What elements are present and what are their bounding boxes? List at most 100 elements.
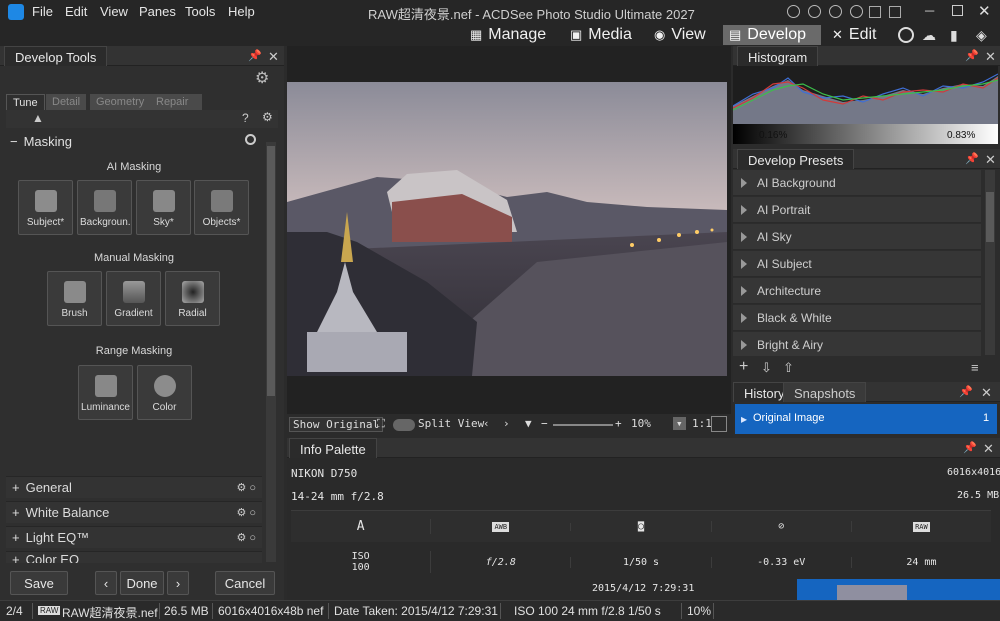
reset-circle-icon[interactable] bbox=[245, 134, 256, 145]
close-icon[interactable]: ✕ bbox=[978, 2, 991, 20]
app-icon[interactable] bbox=[8, 4, 24, 20]
pin-icon[interactable]: 📌 bbox=[965, 49, 979, 62]
preset-menu-icon[interactable]: ≡ bbox=[971, 360, 979, 375]
menu-panes[interactable]: Panes bbox=[139, 4, 176, 19]
menu-help[interactable]: Help bbox=[228, 4, 255, 19]
section-controls-icon[interactable]: ⚙ ○ bbox=[236, 506, 256, 519]
mode-view[interactable]: ◉ View bbox=[648, 25, 712, 45]
gradient-tool[interactable]: Gradient bbox=[106, 271, 161, 326]
preset-item[interactable]: AI Subject bbox=[733, 251, 981, 277]
zoom-out-icon[interactable]: − bbox=[541, 417, 548, 430]
menu-edit[interactable]: Edit bbox=[65, 4, 87, 19]
tab-repair[interactable]: Repair bbox=[150, 94, 202, 110]
develop-presets-tab[interactable]: Develop Presets bbox=[737, 149, 855, 169]
tools-scrollbar[interactable] bbox=[266, 142, 276, 562]
help-circle-icon[interactable]: ? bbox=[242, 111, 249, 125]
histogram-close-icon[interactable]: ✕ bbox=[985, 49, 996, 65]
menu-tools[interactable]: Tools bbox=[185, 4, 215, 19]
tab-tune[interactable]: Tune bbox=[6, 94, 45, 110]
info-icon[interactable] bbox=[808, 5, 821, 18]
mode-manage[interactable]: ▦ Manage bbox=[464, 25, 552, 45]
zoom-in-icon[interactable]: + bbox=[615, 417, 622, 430]
section-controls-icon[interactable]: ⚙ ○ bbox=[236, 481, 256, 494]
masking-section-header[interactable]: − Masking bbox=[6, 130, 262, 152]
info-close-icon[interactable]: ✕ bbox=[983, 441, 994, 457]
history-close-icon[interactable]: ✕ bbox=[981, 385, 992, 401]
stats-icon[interactable]: ▮ bbox=[950, 27, 958, 44]
layout-left-icon[interactable] bbox=[869, 6, 881, 18]
scrollbar-thumb[interactable] bbox=[267, 146, 275, 396]
show-original-button[interactable]: Show Original bbox=[289, 417, 384, 432]
preset-item[interactable]: AI Sky bbox=[733, 224, 981, 250]
ai-sky-tool[interactable]: Sky* bbox=[136, 180, 191, 235]
fullscreen-icon[interactable] bbox=[711, 416, 727, 432]
export-preset-icon[interactable]: ⇧ bbox=[783, 360, 794, 376]
info-palette-tab[interactable]: Info Palette bbox=[289, 438, 377, 458]
split-view-toggle[interactable] bbox=[393, 419, 415, 431]
snapshots-tab[interactable]: Snapshots bbox=[783, 382, 867, 402]
presets-close-icon[interactable]: ✕ bbox=[985, 152, 996, 168]
pin-icon[interactable]: 📌 bbox=[963, 441, 977, 454]
user-icon[interactable] bbox=[829, 5, 842, 18]
settings-gear-icon[interactable]: ⚙ bbox=[255, 68, 269, 88]
scrollbar-thumb[interactable] bbox=[986, 192, 994, 242]
preset-item[interactable]: Bright & Airy bbox=[733, 332, 981, 358]
next-image-icon[interactable]: › bbox=[503, 417, 510, 430]
luminance-tool[interactable]: Luminance bbox=[78, 365, 133, 420]
mode-develop[interactable]: ▤ Develop bbox=[723, 25, 821, 45]
tab-geometry[interactable]: Geometry bbox=[90, 94, 151, 110]
next-button[interactable]: › bbox=[167, 571, 189, 595]
white-balance-section[interactable]: + White Balance ⚙ ○ bbox=[6, 501, 262, 523]
ai-subject-tool[interactable]: Subject* bbox=[18, 180, 73, 235]
preset-item[interactable]: Architecture bbox=[733, 278, 981, 304]
mode-media[interactable]: ▣ Media bbox=[564, 25, 638, 45]
menu-view[interactable]: View bbox=[100, 4, 128, 19]
brush-tool[interactable]: Brush bbox=[47, 271, 102, 326]
maximize-icon[interactable] bbox=[952, 5, 963, 16]
fit-icon[interactable]: ⛶ bbox=[377, 417, 385, 431]
prev-image-icon[interactable]: ‹ bbox=[483, 417, 490, 430]
pin-icon[interactable]: 📌 bbox=[959, 385, 973, 398]
tab-detail[interactable]: Detail bbox=[46, 94, 87, 110]
preset-item[interactable]: Black & White bbox=[733, 305, 981, 331]
color-tool[interactable]: Color bbox=[137, 365, 192, 420]
previous-button[interactable]: ‹ bbox=[95, 571, 117, 595]
histogram-tab[interactable]: Histogram bbox=[737, 46, 819, 66]
thumbnail-preview[interactable] bbox=[797, 579, 1000, 600]
ratio-label[interactable]: 1:1 bbox=[692, 417, 712, 430]
zoom-slider[interactable] bbox=[553, 424, 613, 426]
develop-tools-tab[interactable]: Develop Tools bbox=[4, 46, 108, 66]
cancel-button[interactable]: Cancel bbox=[215, 571, 275, 595]
menu-file[interactable]: File bbox=[32, 4, 53, 19]
dashboard-icon[interactable] bbox=[898, 27, 914, 43]
preset-item[interactable]: AI Background bbox=[733, 170, 981, 196]
save-button[interactable]: Save bbox=[10, 571, 68, 595]
color-eq-section[interactable]: + Color EQ bbox=[6, 551, 262, 563]
history-item[interactable]: ▸ Original Image 1 bbox=[735, 404, 997, 434]
add-preset-icon[interactable]: + bbox=[739, 358, 748, 376]
light-eq-section[interactable]: + Light EQ™ ⚙ ○ bbox=[6, 526, 262, 548]
panel-close-icon[interactable]: ✕ bbox=[268, 49, 279, 65]
zoom-select-icon[interactable]: ▾ bbox=[673, 417, 686, 430]
back-icon[interactable] bbox=[787, 5, 800, 18]
help-icon[interactable] bbox=[850, 5, 863, 18]
eye-toggle-icon[interactable]: ◈ bbox=[976, 27, 987, 44]
preset-item[interactable]: AI Portrait bbox=[733, 197, 981, 223]
layout-center-icon[interactable] bbox=[889, 6, 901, 18]
presets-scrollbar[interactable] bbox=[985, 170, 995, 355]
mode-edit[interactable]: ✕ Edit bbox=[826, 25, 882, 45]
image-viewer[interactable] bbox=[287, 46, 731, 414]
pin-icon[interactable]: 📌 bbox=[248, 49, 262, 62]
general-section[interactable]: + General ⚙ ○ bbox=[6, 476, 262, 498]
radial-tool[interactable]: Radial bbox=[165, 271, 220, 326]
cloud-icon[interactable]: ☁ bbox=[922, 27, 936, 44]
options-gear-icon[interactable]: ⚙ bbox=[262, 110, 273, 124]
done-button[interactable]: Done bbox=[120, 571, 164, 595]
warning-icon[interactable]: ▲ bbox=[32, 111, 44, 125]
ai-objects-tool[interactable]: Objects* bbox=[194, 180, 249, 235]
pin-icon[interactable]: 📌 bbox=[965, 152, 979, 165]
minimize-icon[interactable]: ─ bbox=[925, 3, 934, 18]
zoom-dropdown-icon[interactable]: ▼ bbox=[525, 417, 532, 430]
import-preset-icon[interactable]: ⇩ bbox=[761, 360, 772, 376]
section-controls-icon[interactable]: ⚙ ○ bbox=[236, 531, 256, 544]
